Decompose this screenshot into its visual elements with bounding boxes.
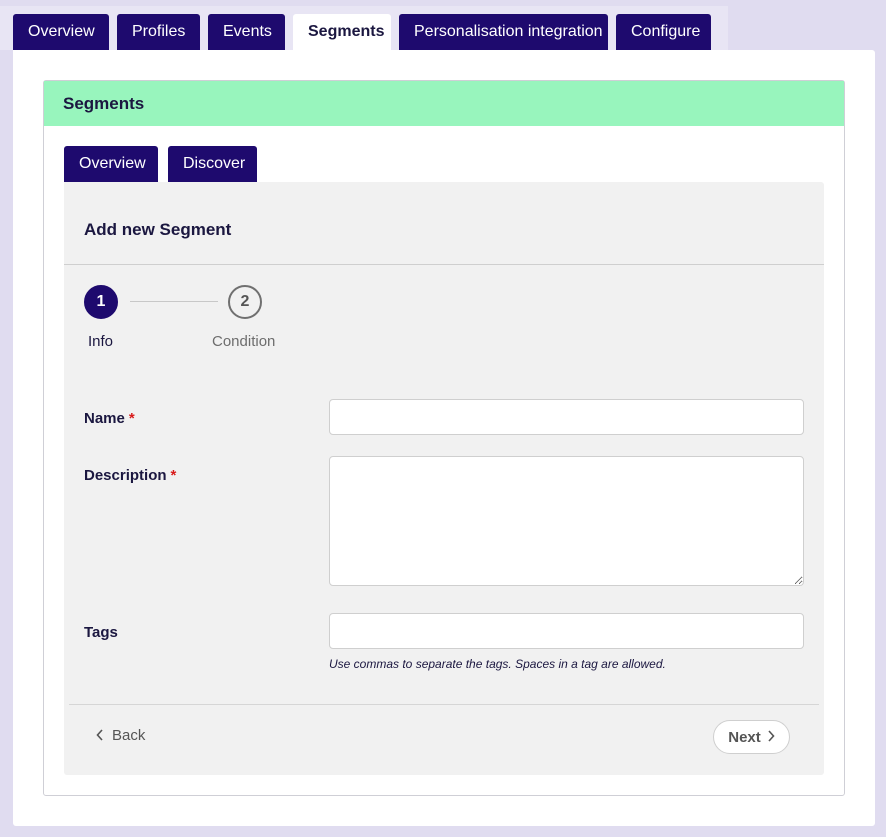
form-title: Add new Segment <box>84 220 232 239</box>
tags-label: Tags <box>84 624 118 641</box>
required-marker: * <box>128 410 135 427</box>
step-2-label[interactable]: Condition <box>212 333 275 350</box>
add-segment-form: Add new Segment 1 2 Info Condition Name *… <box>64 182 824 775</box>
step-2-indicator[interactable]: 2 <box>228 285 262 319</box>
panel-title: Segments <box>44 81 844 126</box>
name-label-text: Name <box>84 410 125 427</box>
back-button-label: Back <box>112 727 146 744</box>
tab-overview[interactable]: Overview <box>13 14 109 50</box>
description-textarea[interactable] <box>329 456 804 586</box>
tab-configure[interactable]: Configure <box>616 14 711 50</box>
segments-panel: Segments Overview Discover Add new Segme… <box>43 80 845 796</box>
step-1-indicator: 1 <box>84 285 118 319</box>
sub-tabs: Overview Discover <box>64 146 257 182</box>
step-1-label: Info <box>88 333 114 350</box>
tab-profiles[interactable]: Profiles <box>117 14 200 50</box>
tab-events[interactable]: Events <box>208 14 285 50</box>
description-label-text: Description <box>84 467 167 484</box>
back-button[interactable]: Back <box>96 727 145 744</box>
chevron-left-icon <box>96 728 104 743</box>
subtab-overview[interactable]: Overview <box>64 146 158 182</box>
name-label: Name * <box>84 410 135 427</box>
required-marker: * <box>170 467 177 484</box>
divider <box>64 264 824 265</box>
top-tabs: Overview Profiles Events Segments Person… <box>13 14 711 50</box>
tags-help-text: Use commas to separate the tags. Spaces … <box>329 657 666 671</box>
step-connector <box>130 301 218 302</box>
name-input[interactable] <box>329 399 804 435</box>
divider <box>69 704 819 705</box>
description-label: Description * <box>84 467 176 484</box>
main-card: Segments Overview Discover Add new Segme… <box>13 50 875 826</box>
tab-segments[interactable]: Segments <box>293 14 391 50</box>
subtab-discover[interactable]: Discover <box>168 146 257 182</box>
next-button[interactable]: Next <box>713 720 790 754</box>
tags-input[interactable] <box>329 613 804 649</box>
chevron-right-icon <box>767 730 775 744</box>
next-button-label: Next <box>728 728 761 746</box>
tab-personalisation-integration[interactable]: Personalisation integration <box>399 14 608 50</box>
